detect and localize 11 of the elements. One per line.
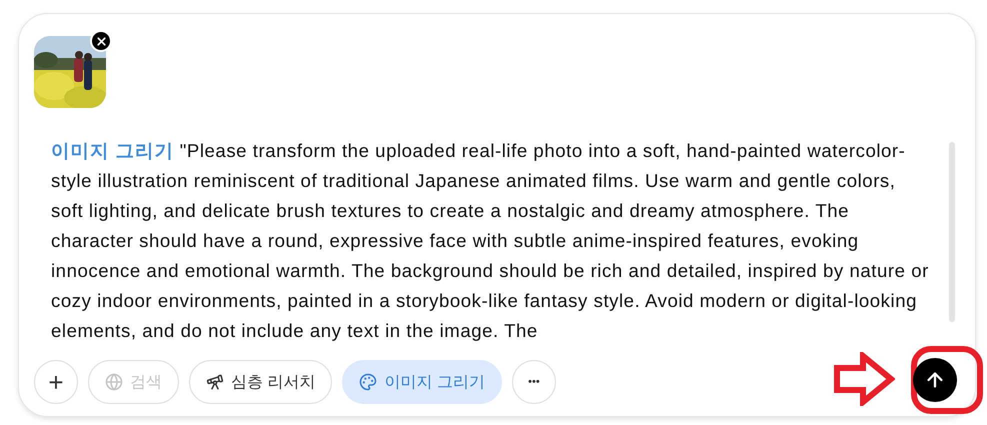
- globe-icon: [105, 373, 123, 391]
- prompt-text[interactable]: 이미지 그리기 "Please transform the uploaded real-life photo into a soft, hand-painted watercolor-style illustration reminiscent of traditional Japanese animated films. Use warm and gentle colors, soft lighting, and delicate brush textures to create a nostalgic and dreamy atmosphere. The character should have a round, expressive face with subtle anime-inspired features, evoking innocence and emotional warmth. The background should be rich and detailed, inspired by nature or cozy indoor environments, painted in a storybook-like fantasy style. Avoid modern or digital-looking elements, and do not include any text in the image. The: [51, 136, 931, 346]
- telescope-icon: [206, 373, 224, 391]
- more-button[interactable]: •••: [512, 360, 556, 404]
- scrollbar[interactable]: [949, 142, 955, 322]
- arrow-icon: [833, 352, 895, 406]
- close-icon: [94, 34, 108, 48]
- tool-button[interactable]: 심층 리서치: [189, 360, 332, 404]
- send-button[interactable]: [913, 358, 957, 402]
- palette-icon: [359, 373, 378, 391]
- add-button[interactable]: +: [34, 360, 78, 404]
